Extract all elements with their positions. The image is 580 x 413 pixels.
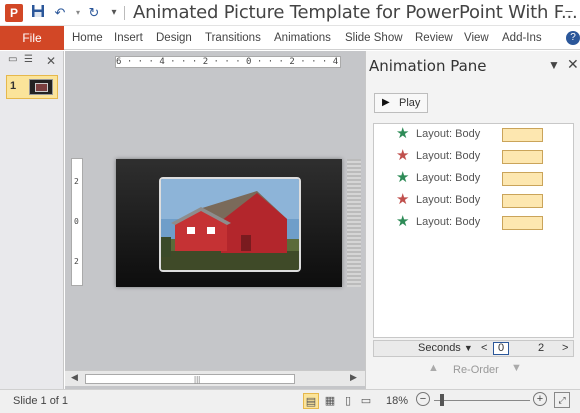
animation-pane-title: Animation Pane (369, 57, 487, 75)
tab-design[interactable]: Design (156, 26, 192, 50)
animation-item-label: Layout: Body (416, 172, 481, 184)
timing-bar[interactable] (502, 194, 543, 208)
save-icon[interactable] (30, 4, 46, 22)
slideshow-view-icon[interactable]: ▭ (358, 393, 374, 409)
animation-item-label: Layout: Body (416, 216, 481, 228)
slide-number: 1 (10, 80, 17, 92)
slides-pane: ▭ ☰ ✕ 1 (0, 51, 64, 389)
timing-bar[interactable] (502, 128, 543, 142)
scrollbar-thumb[interactable]: ||| (85, 374, 295, 384)
normal-view-icon[interactable]: ▤ (303, 393, 319, 409)
barn-image (161, 179, 299, 270)
zoom-slider-thumb[interactable] (440, 394, 444, 406)
tab-add-ins[interactable]: Add-Ins (502, 26, 542, 50)
timeline-forward-icon[interactable]: > (562, 342, 568, 354)
animation-item[interactable]: ★ Layout: Body (374, 146, 573, 168)
slide-editing-area: 6 · · · 4 · · · 2 · · · 0 · · · 2 · · · … (65, 51, 365, 389)
timeline-bar: Seconds ▼ < 0 2 > (373, 340, 574, 357)
redo-icon[interactable]: ↻ (86, 4, 102, 22)
next-slide-edge (347, 159, 361, 287)
slide-canvas[interactable] (116, 159, 342, 287)
ribbon-tabs: File Home Insert Design Transitions Anim… (0, 26, 580, 50)
help-icon[interactable]: ? (566, 31, 580, 45)
scroll-left-icon[interactable]: ◀ (71, 372, 78, 383)
slide-thumbnail-1[interactable]: 1 (6, 75, 58, 99)
reorder-label: Re-Order (453, 364, 499, 376)
vruler-mark: 0 (74, 217, 79, 226)
tab-slide-show[interactable]: Slide Show (345, 26, 403, 50)
entrance-effect-icon: ★ (396, 169, 410, 186)
zoom-in-icon[interactable]: + (533, 392, 547, 406)
animation-pane: Animation Pane ▼ ✕ ▶ Play ★ Layout: Body… (365, 51, 580, 389)
barn-photo[interactable] (159, 177, 301, 272)
tab-transitions[interactable]: Transitions (205, 26, 261, 50)
animation-item[interactable]: ★ Layout: Body (374, 190, 573, 212)
zoom-level[interactable]: 18% (386, 395, 408, 407)
seconds-label: Seconds (418, 342, 461, 354)
animation-item-label: Layout: Body (416, 150, 481, 162)
chevron-down-icon: ▼ (463, 343, 473, 353)
tab-animations[interactable]: Animations (274, 26, 331, 50)
move-down-icon[interactable]: ▼ (511, 362, 522, 374)
powerpoint-app-icon[interactable]: P (5, 4, 23, 22)
fit-to-window-icon[interactable]: ⤢ (554, 392, 570, 408)
vruler-mark: 2 (74, 177, 79, 186)
animation-item[interactable]: ★ Layout: Body (374, 212, 573, 234)
tab-file[interactable]: File (0, 26, 64, 50)
zoom-slider[interactable] (434, 400, 530, 401)
animation-item[interactable]: ★ Layout: Body (374, 124, 573, 146)
reading-view-icon[interactable]: ▯ (340, 393, 356, 409)
scrollbar-grip-icon: ||| (194, 375, 201, 384)
scroll-right-icon[interactable]: ▶ (350, 372, 357, 383)
status-bar: Slide 1 of 1 ▤ ▦ ▯ ▭ 18% − + ⤢ (0, 389, 580, 413)
outline-tab-icon[interactable]: ☰ (24, 54, 33, 65)
undo-icon[interactable]: ↶ (52, 4, 68, 22)
vruler-mark: 2 (74, 257, 79, 266)
play-label: Play (399, 97, 421, 109)
seconds-dropdown[interactable]: Seconds ▼ (418, 342, 473, 354)
pane-options-icon[interactable]: ▼ (548, 58, 560, 72)
title-bar: P ↶ ▾ ↻ ▾ Animated Picture Template for … (0, 0, 580, 26)
slide-thumbnail-image (29, 79, 53, 95)
slides-tab-icon[interactable]: ▭ (8, 54, 17, 65)
slides-pane-tabs: ▭ ☰ ✕ (4, 54, 60, 68)
timing-bar[interactable] (502, 172, 543, 186)
animation-list: ★ Layout: Body ★ Layout: Body ★ Layout: … (373, 123, 574, 338)
tab-insert[interactable]: Insert (114, 26, 143, 50)
customize-quick-access-icon[interactable]: ▾ (106, 4, 122, 22)
undo-dropdown-icon[interactable]: ▾ (70, 4, 86, 22)
slide-sorter-icon[interactable]: ▦ (322, 393, 338, 409)
exit-effect-icon: ★ (396, 191, 410, 208)
timing-bar[interactable] (502, 150, 543, 164)
move-up-icon[interactable]: ▲ (428, 362, 439, 374)
close-pane-icon[interactable]: ✕ (46, 54, 56, 68)
vertical-ruler: 2 0 2 (71, 158, 83, 286)
zoom-out-icon[interactable]: − (416, 392, 430, 406)
play-icon: ▶ (382, 97, 390, 108)
slide-indicator: Slide 1 of 1 (13, 395, 69, 407)
horizontal-ruler: 6 · · · 4 · · · 2 · · · 0 · · · 2 · · · … (115, 56, 341, 68)
timeline-mark: 2 (538, 342, 545, 354)
title-separator (124, 6, 125, 20)
entrance-effect-icon: ★ (396, 125, 410, 142)
minimize-icon[interactable]: – (559, 0, 579, 22)
close-pane-icon[interactable]: ✕ (567, 56, 579, 73)
tab-home[interactable]: Home (72, 26, 103, 50)
animation-item-label: Layout: Body (416, 194, 481, 206)
horizontal-scrollbar[interactable]: ◀ ||| ▶ (65, 370, 365, 386)
tab-view[interactable]: View (464, 26, 489, 50)
animation-item[interactable]: ★ Layout: Body (374, 168, 573, 190)
entrance-effect-icon: ★ (396, 213, 410, 230)
timing-bar[interactable] (502, 216, 543, 230)
play-button[interactable]: ▶ Play (374, 93, 428, 113)
timeline-start: 0 (493, 342, 509, 355)
tab-review[interactable]: Review (415, 26, 453, 50)
window-title: Animated Picture Template for PowerPoint… (133, 2, 578, 23)
animation-item-label: Layout: Body (416, 128, 481, 140)
exit-effect-icon: ★ (396, 147, 410, 164)
timeline-back-icon[interactable]: < (481, 342, 487, 354)
